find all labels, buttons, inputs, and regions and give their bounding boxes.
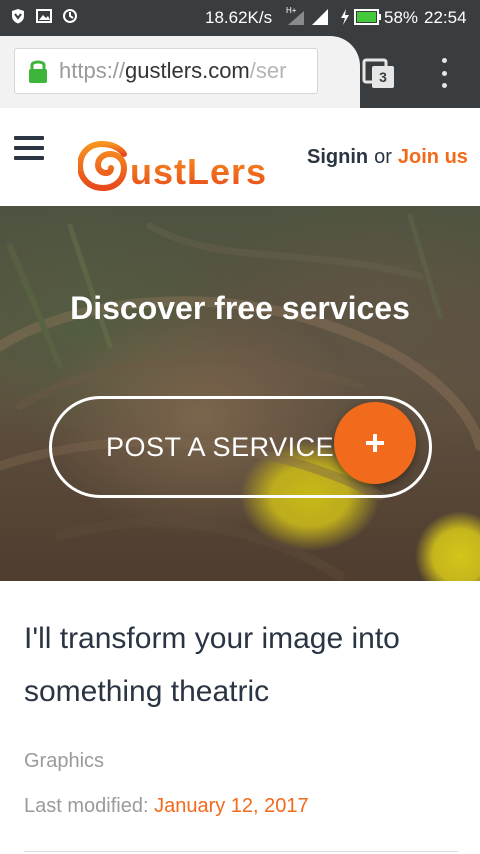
signal-indicators: H+ (286, 6, 330, 26)
site-header: ustLers Signin or Join us (0, 108, 480, 206)
service-category[interactable]: Graphics (24, 750, 104, 773)
url-field[interactable]: https://gustlers.com/ser (14, 48, 318, 94)
status-bar: 18.62K/s H+ 58% 22:54 (0, 0, 480, 36)
signal-icon (312, 9, 328, 25)
address-bar-container: https://gustlers.com/ser (0, 36, 360, 108)
gustlers-logo[interactable]: ustLers (78, 140, 286, 192)
url-path: /ser (249, 58, 287, 83)
alarm-icon (63, 9, 77, 23)
image-icon (36, 9, 52, 23)
hamburger-menu-icon[interactable] (14, 136, 44, 160)
service-title[interactable]: I'll transform your image into something… (24, 612, 464, 718)
hero-background-image (0, 206, 480, 581)
or-label: or (374, 146, 392, 168)
auth-links: Signin or Join us (307, 146, 468, 169)
clock: 22:54 (424, 8, 467, 27)
battery-percent: 58% (384, 8, 419, 27)
network-type-label: H+ (286, 6, 297, 15)
status-icons-left (10, 8, 78, 24)
browser-toolbar: https://gustlers.com/ser 3 (0, 36, 480, 108)
add-service-button[interactable] (334, 402, 416, 484)
hero-banner: Discover free services POST A SERVICE (0, 206, 480, 581)
tab-count[interactable]: 3 (372, 66, 394, 88)
url-scheme: https:// (59, 58, 126, 83)
last-modified: Last modified: January 12, 2017 (24, 795, 309, 818)
join-link[interactable]: Join us (398, 146, 468, 168)
signal-icon: H+ (286, 6, 304, 25)
url-host: gustlers.com (125, 58, 250, 83)
last-modified-label: Last modified: (24, 795, 149, 817)
shield-icon (12, 9, 24, 24)
battery-indicator (340, 9, 382, 25)
svg-text:ustLers: ustLers (130, 151, 267, 192)
overflow-menu-icon[interactable] (436, 58, 452, 88)
plus-icon (366, 434, 384, 452)
hero-title: Discover free services (70, 290, 410, 326)
lock-icon (29, 60, 47, 83)
network-speed: 18.62K/s (205, 8, 273, 27)
last-modified-date[interactable]: January 12, 2017 (154, 795, 309, 817)
charging-icon (341, 9, 349, 25)
post-service-label: POST A SERVICE (106, 431, 335, 462)
divider (24, 851, 458, 852)
battery-icon (354, 9, 381, 25)
signin-link[interactable]: Signin (307, 146, 368, 168)
